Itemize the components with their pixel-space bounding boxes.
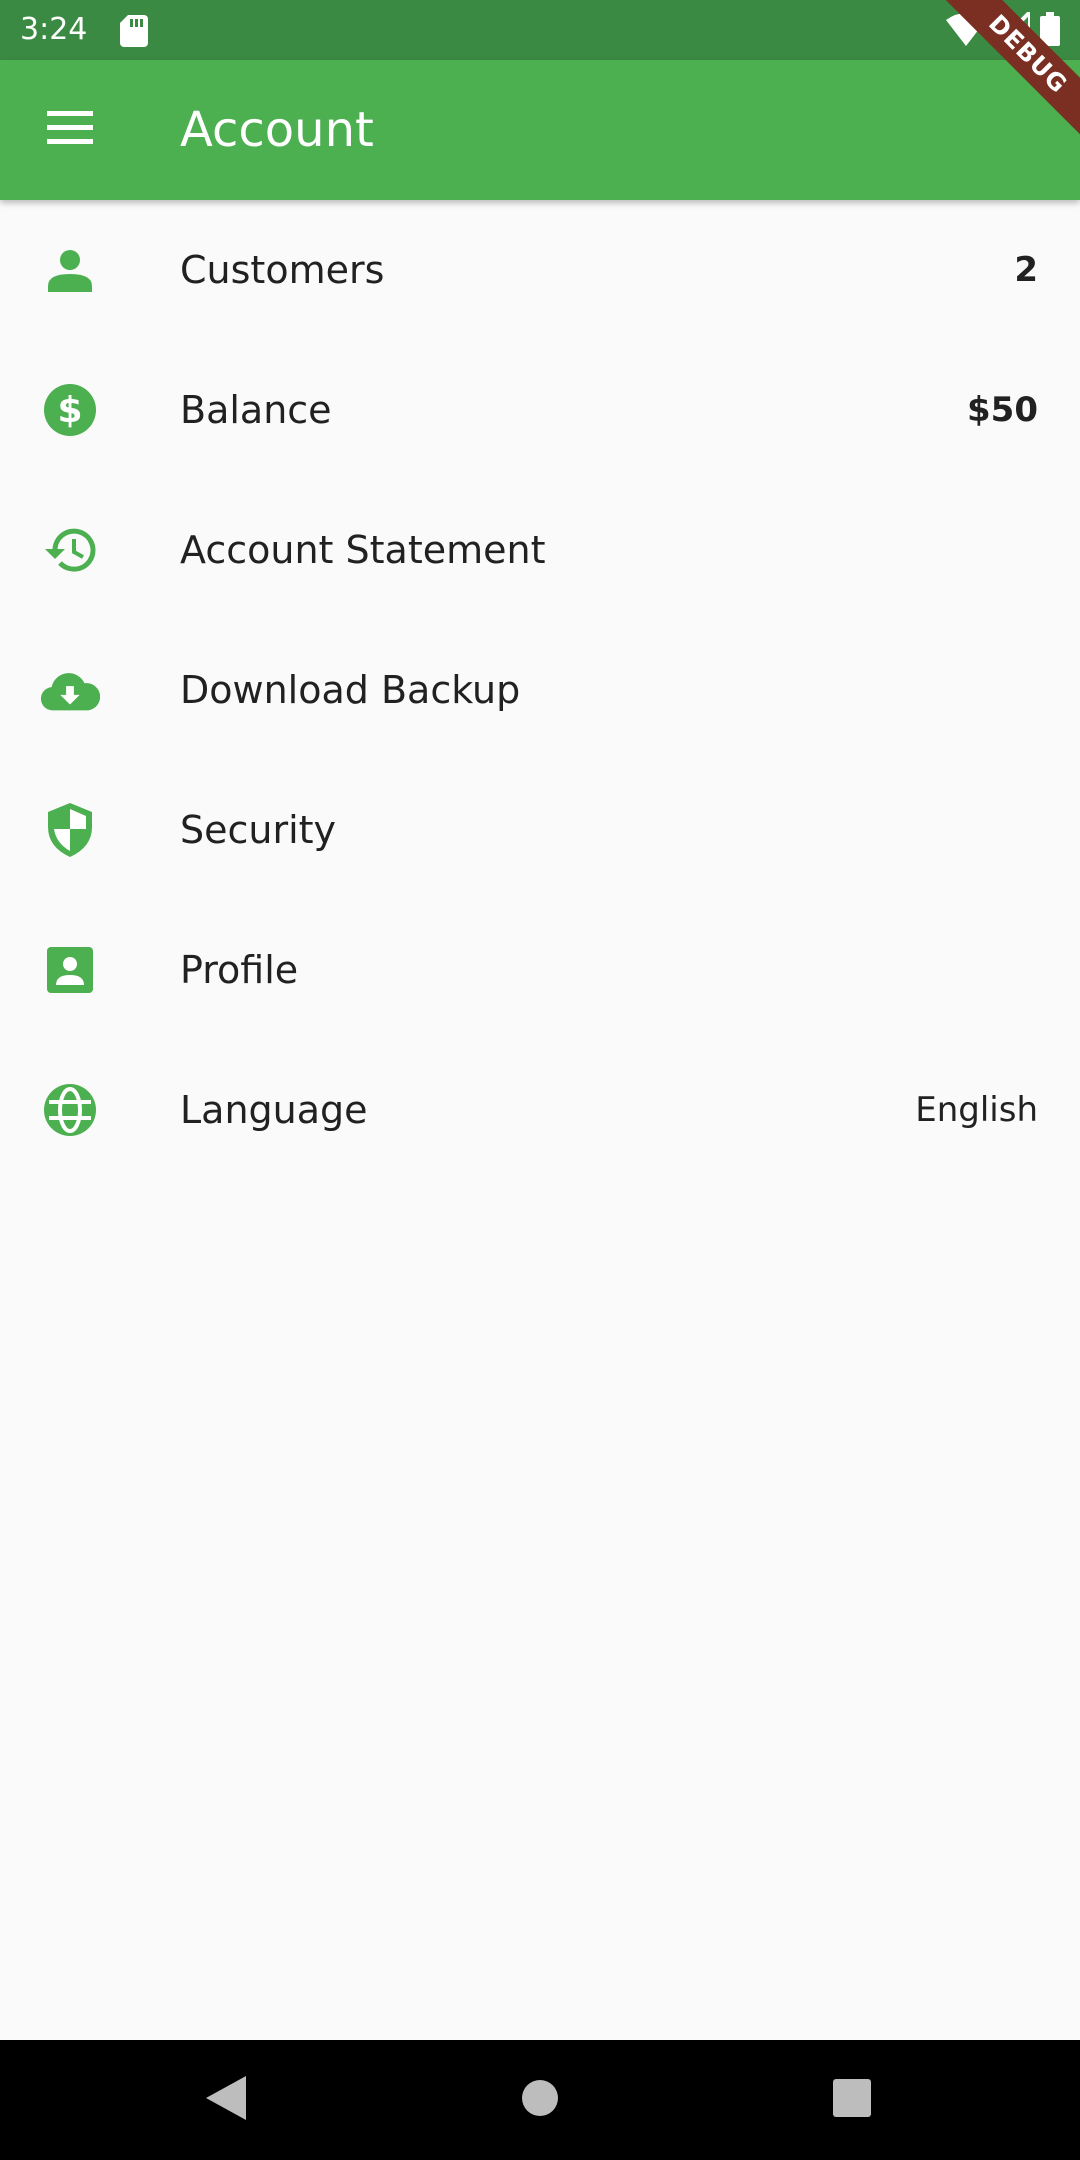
person-icon [40,240,100,300]
menu-button[interactable] [26,98,114,162]
list-item-account-statement[interactable]: Account Statement [0,480,1080,620]
list-item-label: Download Backup [180,668,521,712]
customers-count: 2 [1014,250,1038,290]
app-bar: Account [0,60,1080,200]
balance-value: $50 [967,390,1038,430]
list-item-download-backup[interactable]: Download Backup [0,620,1080,760]
language-value: English [915,1090,1038,1130]
account-menu-list: Customers 2 $ Balance $50 Account Statem… [0,200,1080,1180]
list-item-label: Balance [180,388,332,432]
history-icon [40,520,100,580]
list-item-label: Profile [180,948,299,992]
system-nav-bar [0,2040,1080,2160]
status-time: 3:24 [20,12,88,47]
dollar-circle-icon: $ [40,380,100,440]
wifi-icon [946,12,986,50]
svg-text:$: $ [57,390,82,431]
list-item-language[interactable]: Language English [0,1040,1080,1180]
recents-button[interactable] [822,2070,882,2130]
list-item-label: Customers [180,248,385,292]
list-item-security[interactable]: Security [0,760,1080,900]
list-item-balance[interactable]: $ Balance $50 [0,340,1080,480]
list-item-label: Security [180,808,337,852]
list-item-label: Language [180,1088,368,1132]
list-item-customers[interactable]: Customers 2 [0,200,1080,340]
home-button[interactable] [510,2070,570,2130]
list-item-profile[interactable]: Profile [0,900,1080,1040]
list-item-label: Account Statement [180,528,546,572]
recents-icon [833,2079,871,2121]
signal-icon [991,7,1032,50]
globe-icon [40,1080,100,1140]
sd-card-icon [120,15,148,51]
menu-icon [47,111,93,149]
back-icon [206,2076,246,2124]
status-bar: 3:24 [0,0,1080,60]
account-box-icon [40,940,100,1000]
cloud-download-icon [40,660,100,720]
battery-icon [1040,12,1060,50]
shield-icon [40,800,100,860]
page-title: Account [180,102,374,158]
home-icon [521,2079,559,2121]
back-button[interactable] [196,2070,256,2130]
